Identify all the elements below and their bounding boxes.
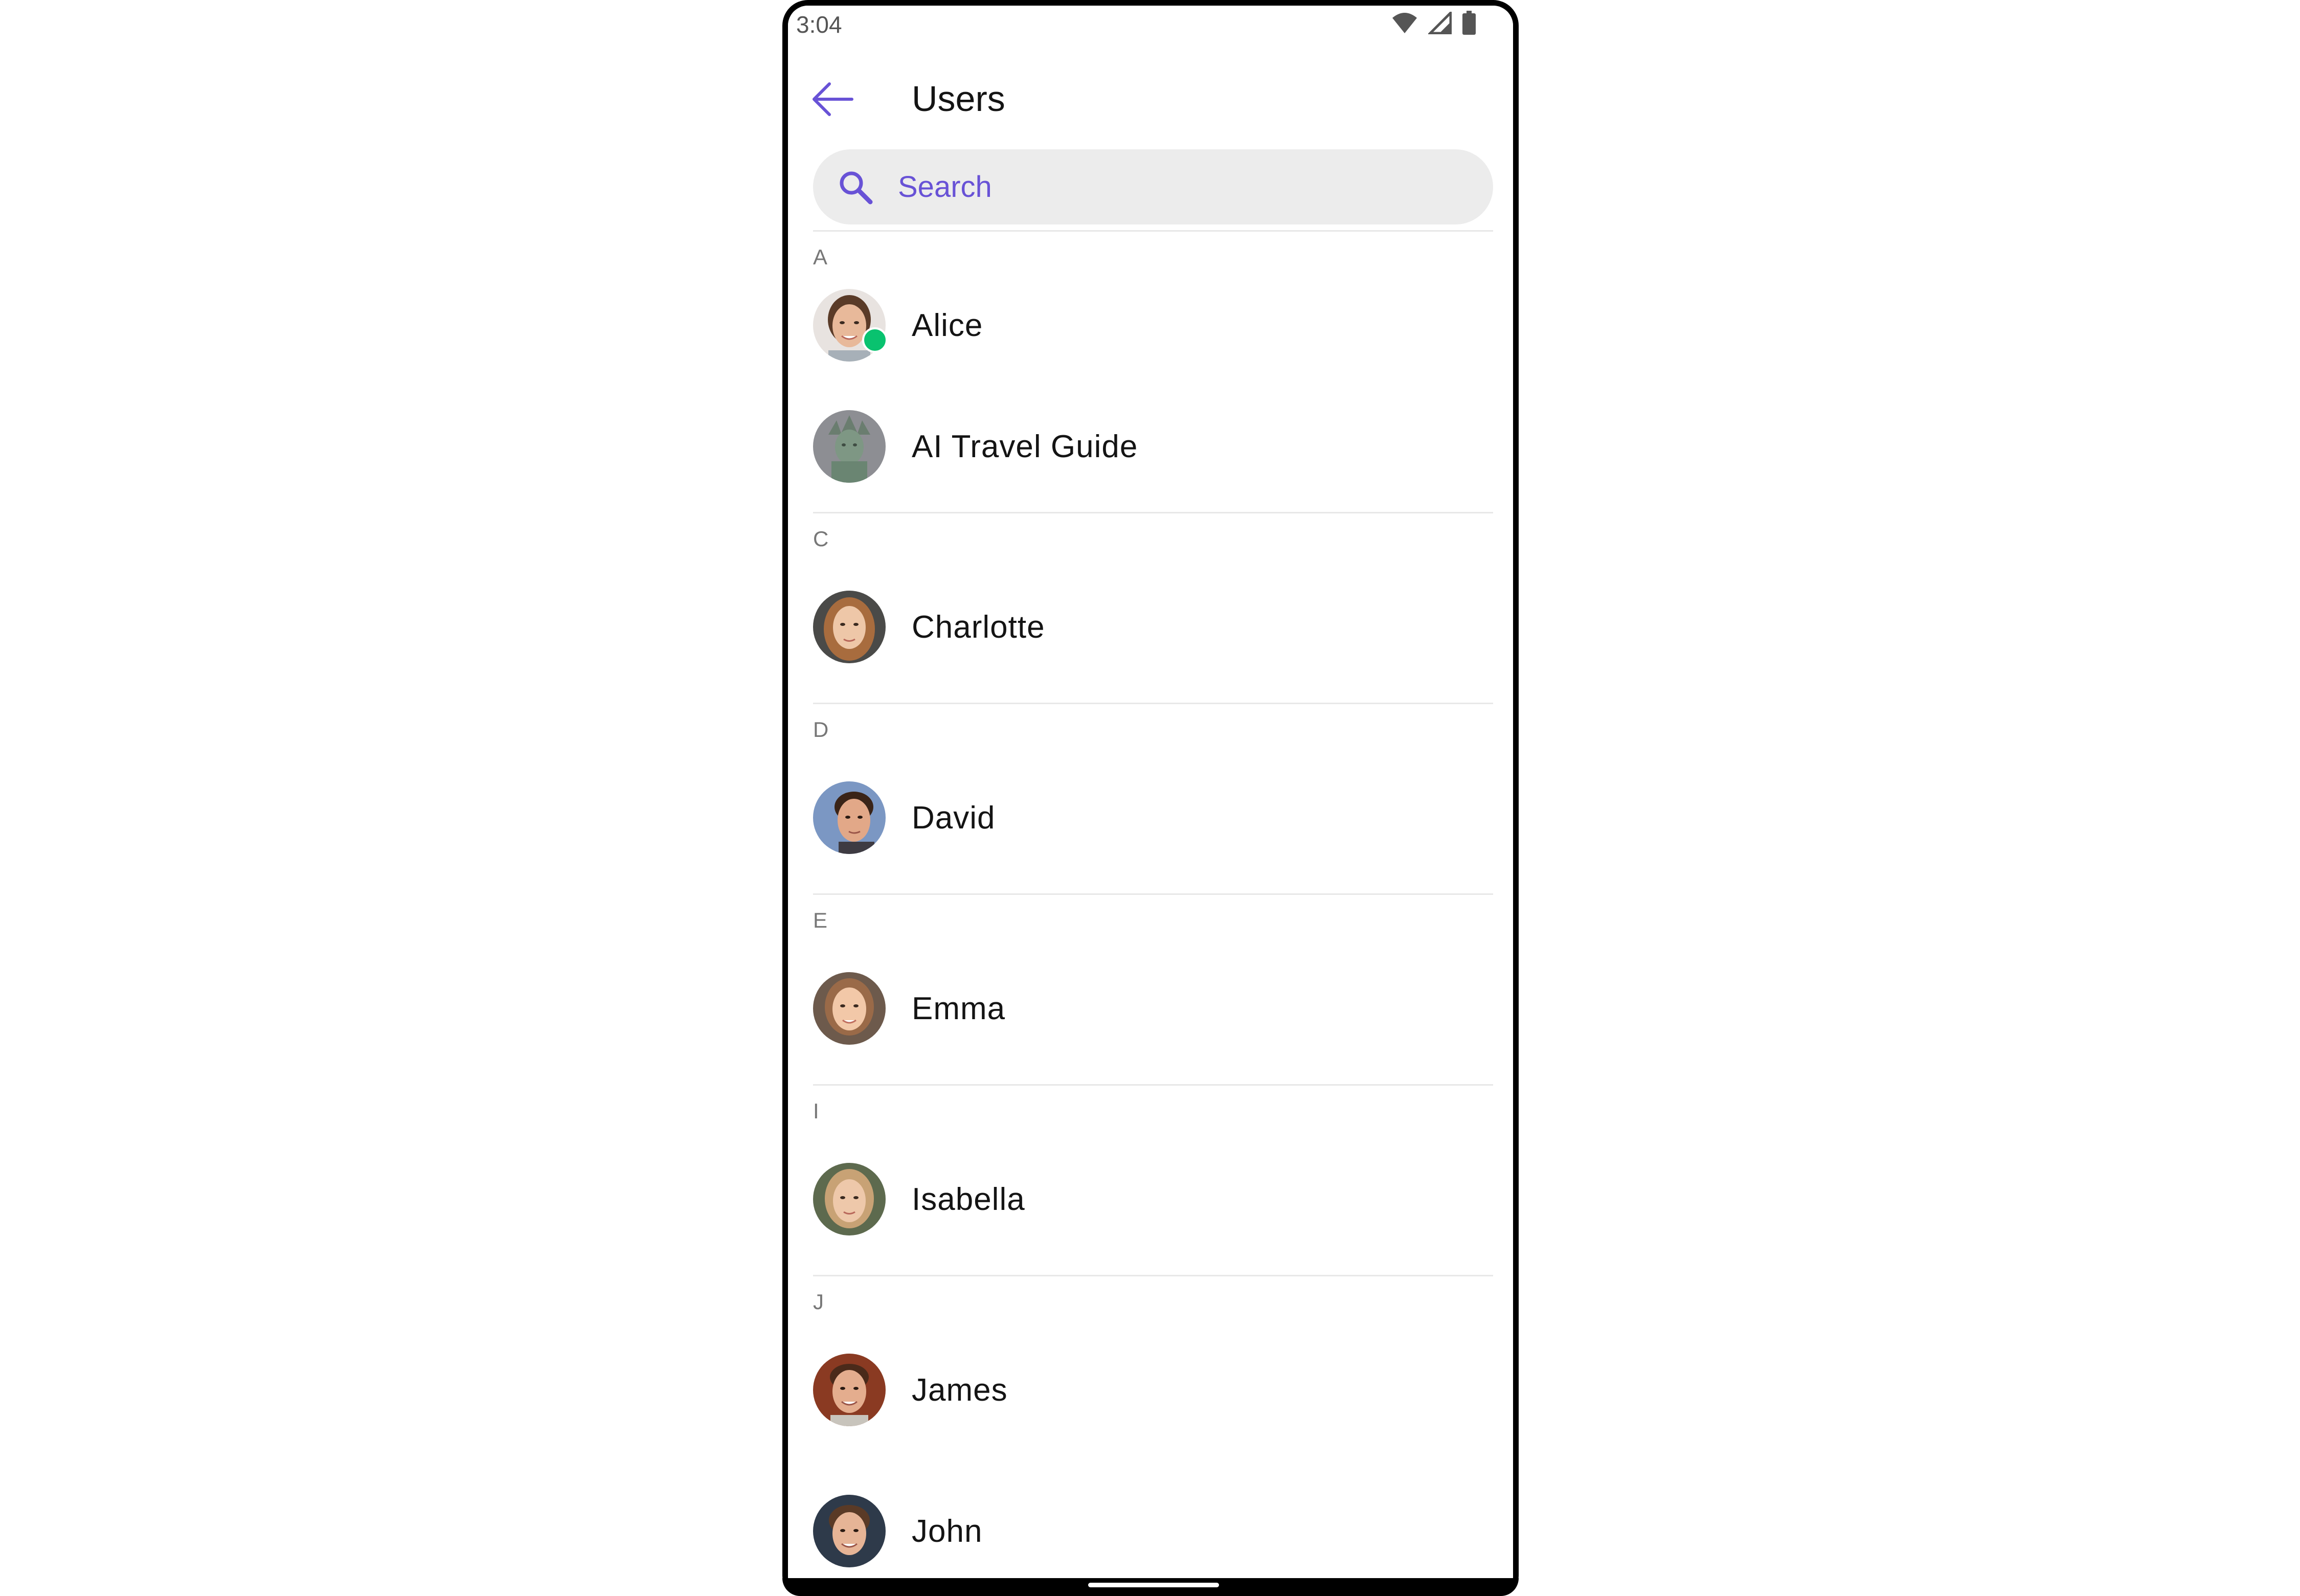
user-name: Charlotte — [912, 609, 1045, 645]
user-name: AI Travel Guide — [912, 429, 1138, 464]
page-title: Users — [912, 79, 1005, 119]
user-row-charlotte[interactable]: Charlotte — [788, 551, 1513, 703]
user-row-emma[interactable]: Emma — [788, 933, 1513, 1084]
search-icon — [838, 169, 873, 205]
header: Users — [788, 57, 1513, 144]
user-name: Alice — [912, 307, 983, 343]
status-time: 3:04 — [796, 11, 842, 38]
user-name: Isabella — [912, 1181, 1025, 1217]
user-row-james[interactable]: James — [788, 1314, 1513, 1466]
user-row-john[interactable]: John — [788, 1466, 1513, 1584]
section-i: I Isabella — [788, 1086, 1513, 1276]
section-header: A — [813, 245, 828, 269]
wifi-icon — [1391, 12, 1418, 37]
signal-icon — [1427, 9, 1452, 37]
section-e: E Emma — [788, 895, 1513, 1086]
avatar — [813, 972, 886, 1045]
user-name: Emma — [912, 991, 1006, 1026]
user-row-isabella[interactable]: Isabella — [788, 1123, 1513, 1275]
section-header: C — [813, 527, 829, 551]
section-header: I — [813, 1099, 819, 1123]
user-row-ai-travel-guide[interactable]: AI Travel Guide — [788, 381, 1513, 512]
section-a: A Alice AI Travel Guide — [788, 232, 1513, 513]
user-list[interactable]: A Alice AI Travel Guide C Charlotte D Da… — [788, 232, 1513, 1584]
avatar — [813, 781, 886, 854]
section-j: J James John — [788, 1276, 1513, 1584]
avatar — [813, 591, 886, 663]
phone-frame: 3:04 Users Search A Alice AI Travel Guid… — [782, 0, 1519, 1596]
battery-icon — [1462, 11, 1476, 38]
avatar — [813, 1495, 886, 1567]
search-input[interactable]: Search — [898, 170, 992, 204]
section-d: D David — [788, 704, 1513, 895]
user-row-david[interactable]: David — [788, 742, 1513, 893]
section-c: C Charlotte — [788, 513, 1513, 704]
section-header: E — [813, 908, 828, 932]
status-icons — [1391, 9, 1476, 38]
section-header: D — [813, 717, 829, 741]
user-row-alice[interactable]: Alice — [788, 269, 1513, 381]
arrow-left-icon — [811, 81, 854, 120]
screen: 3:04 Users Search A Alice AI Travel Guid… — [788, 6, 1513, 1584]
search-bar[interactable]: Search — [813, 149, 1493, 224]
back-button[interactable] — [809, 77, 855, 123]
avatar — [813, 1163, 886, 1235]
online-status-dot — [862, 327, 888, 353]
home-indicator[interactable] — [1088, 1583, 1219, 1587]
section-header: J — [813, 1290, 824, 1314]
status-bar: 3:04 — [788, 6, 1513, 41]
user-name: James — [912, 1372, 1008, 1408]
user-name: David — [912, 800, 996, 836]
user-name: John — [912, 1513, 983, 1549]
avatar — [813, 410, 886, 483]
avatar — [813, 1354, 886, 1426]
